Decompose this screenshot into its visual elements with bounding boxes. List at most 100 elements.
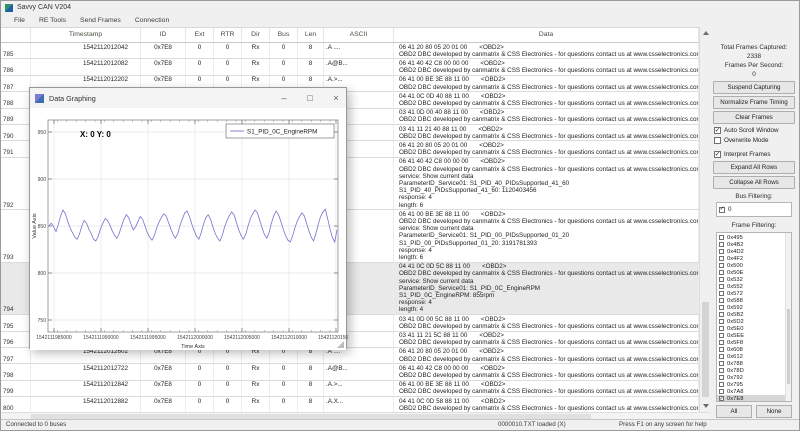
suspend-capturing-button[interactable]: Suspend Capturing — [713, 81, 795, 94]
frame-filter-item[interactable]: 0x500 — [717, 262, 785, 269]
cell-bus: 0 — [270, 397, 298, 412]
frame-id-label: 0x608 — [727, 347, 743, 353]
frame-id-checkbox[interactable] — [719, 354, 724, 359]
frame-filter-item[interactable]: 0x4D2 — [717, 248, 785, 255]
frame-id-checkbox[interactable] — [719, 368, 724, 373]
interpret-frames-checkbox-row[interactable]: Interpret Frames — [709, 151, 799, 158]
frame-filter-item[interactable]: 0x5B2 — [717, 311, 785, 318]
data-bytes-line: 06 41 20 80 05 20 01 00<OBD2> — [399, 142, 696, 149]
table-row[interactable]: 80015421120128820x7E800Rx08.A.X...04 41 … — [1, 397, 699, 412]
frame-filter-item[interactable]: 0x5F8 — [717, 339, 785, 346]
frame-id-checkbox[interactable] — [719, 347, 724, 352]
overwrite-mode-checkbox-row[interactable]: Overwrite Mode — [709, 137, 799, 144]
header-bus[interactable]: Bus — [270, 28, 298, 42]
frame-id-checkbox[interactable] — [719, 396, 724, 401]
table-row[interactable]: 78515421120120420x7E800Rx08.A ....06 41 … — [1, 43, 699, 59]
header-id[interactable]: ID — [141, 28, 186, 42]
frame-id-checkbox[interactable] — [719, 382, 724, 387]
frame-filter-item[interactable]: 0x592 — [717, 304, 785, 311]
data-bytes-line: 04 41 0C 0D 58 88 11 00<OBD2> — [399, 398, 696, 405]
frame-filter-item[interactable]: 0x608 — [717, 346, 785, 353]
frame-filter-list[interactable]: 0x4950x4B20x4D20x4F20x5000x50E0x5320x552… — [716, 232, 792, 402]
overwrite-mode-label: Overwrite Mode — [724, 137, 768, 144]
frame-id-checkbox[interactable] — [719, 326, 724, 331]
menu-file[interactable]: File — [7, 16, 32, 25]
menu-send-frames[interactable]: Send Frames — [73, 16, 128, 25]
frame-id-checkbox[interactable] — [719, 361, 724, 366]
filter-none-button[interactable]: None — [756, 405, 792, 418]
frame-filter-item[interactable]: 0x7E8 — [717, 395, 785, 402]
minimize-icon[interactable]: – — [278, 93, 290, 103]
overwrite-mode-checkbox[interactable] — [714, 137, 721, 144]
bus-filter-box[interactable]: 0 — [716, 202, 792, 217]
bus-0-checkbox[interactable] — [719, 207, 725, 213]
frame-id-checkbox[interactable] — [719, 277, 724, 282]
table-row[interactable]: 79715421120126020x7E800Rx08.A ....06 41 … — [1, 348, 699, 364]
frame-id-checkbox[interactable] — [719, 340, 724, 345]
frame-filter-item[interactable]: 0x795 — [717, 381, 785, 388]
frame-id-checkbox[interactable] — [719, 312, 724, 317]
expand-all-rows-button[interactable]: Expand All Rows — [713, 161, 795, 174]
dialog-title-bar[interactable]: Data Graphing – □ × — [30, 88, 346, 108]
frame-id-checkbox[interactable] — [719, 242, 724, 247]
frame-filter-item[interactable]: 0x4F2 — [717, 255, 785, 262]
frame-filter-item[interactable]: 0x495 — [717, 234, 785, 241]
auto-scroll-checkbox[interactable] — [714, 127, 721, 134]
table-row[interactable]: 79915421120128420x7E800Rx08.A.>...06 41 … — [1, 381, 699, 397]
frame-filter-item[interactable]: 0x5EE — [717, 332, 785, 339]
frame-filter-item[interactable]: 0x532 — [717, 276, 785, 283]
frame-filter-item[interactable]: 0x5D2 — [717, 318, 785, 325]
frame-id-checkbox[interactable] — [719, 305, 724, 310]
interpret-frames-checkbox[interactable] — [714, 151, 721, 158]
header-data[interactable]: Data — [394, 28, 699, 42]
frame-filter-item[interactable]: 0x552 — [717, 283, 785, 290]
auto-scroll-checkbox-row[interactable]: Auto Scroll Window — [709, 127, 799, 134]
close-icon[interactable]: × — [330, 93, 342, 103]
frame-id-checkbox[interactable] — [719, 333, 724, 338]
cell-data: 06 41 20 80 05 20 01 00<OBD2>OBD2 DBC de… — [394, 348, 699, 363]
dialog-resize-grip[interactable] — [337, 341, 344, 348]
frame-id-checkbox[interactable] — [719, 291, 724, 296]
frame-filter-item[interactable]: 0x588 — [717, 297, 785, 304]
frame-filter-item[interactable]: 0x5E0 — [717, 325, 785, 332]
frame-filter-item[interactable]: 0x7A8 — [717, 388, 785, 395]
frame-filter-item[interactable]: 0x78D — [717, 367, 785, 374]
frame-id-checkbox[interactable] — [719, 298, 724, 303]
header-dir[interactable]: Dir — [242, 28, 270, 42]
clear-frames-button[interactable]: Clear Frames — [713, 111, 795, 124]
cell-ext: 0 — [186, 43, 214, 58]
header-ascii[interactable]: ASCII — [324, 28, 394, 42]
frame-filter-item[interactable]: 0x612 — [717, 353, 785, 360]
collapse-all-rows-button[interactable]: Collapse All Rows — [713, 176, 795, 189]
frame-filter-item[interactable]: 0x788 — [717, 360, 785, 367]
table-row[interactable]: 78615421120120820x7E800Rx08.A@B...06 41 … — [1, 59, 699, 75]
svg-text:Value Axis: Value Axis — [32, 213, 38, 239]
header-rtr[interactable]: RTR — [214, 28, 242, 42]
frame-id-checkbox[interactable] — [719, 270, 724, 275]
frame-id-checkbox[interactable] — [719, 235, 724, 240]
normalize-frame-timing-button[interactable]: Normalize Frame Timing — [713, 96, 795, 109]
filter-list-scrollbar[interactable] — [785, 233, 791, 401]
maximize-icon[interactable]: □ — [304, 93, 316, 103]
header-ext[interactable]: Ext — [186, 28, 214, 42]
frame-id-checkbox[interactable] — [719, 249, 724, 254]
frame-filter-item[interactable]: 0x792 — [717, 374, 785, 381]
header-timestamp[interactable]: Timestamp — [31, 28, 141, 42]
menu-re-tools[interactable]: RE Tools — [32, 16, 73, 25]
frame-id-checkbox[interactable] — [719, 284, 724, 289]
menu-connection[interactable]: Connection — [128, 16, 176, 25]
filter-all-button[interactable]: All — [716, 405, 752, 418]
frame-id-checkbox[interactable] — [719, 375, 724, 380]
frame-id-checkbox[interactable] — [719, 256, 724, 261]
table-row[interactable]: 79815421120127220x7E800Rx08.A@B...06 41 … — [1, 364, 699, 380]
frame-filter-item[interactable]: 0x572 — [717, 290, 785, 297]
frame-id-checkbox[interactable] — [719, 389, 724, 394]
frame-id-checkbox[interactable] — [719, 319, 724, 324]
header-len[interactable]: Len — [298, 28, 324, 42]
frame-filter-item[interactable]: 0x4B2 — [717, 241, 785, 248]
frame-id-checkbox[interactable] — [719, 263, 724, 268]
frame-filter-item[interactable]: 0x50E — [717, 269, 785, 276]
rpm-chart[interactable]: 1542111985000154211199000015421119950001… — [30, 108, 348, 350]
row-number: 795 — [1, 315, 31, 330]
filter-list-scroll-thumb[interactable] — [787, 309, 790, 385]
